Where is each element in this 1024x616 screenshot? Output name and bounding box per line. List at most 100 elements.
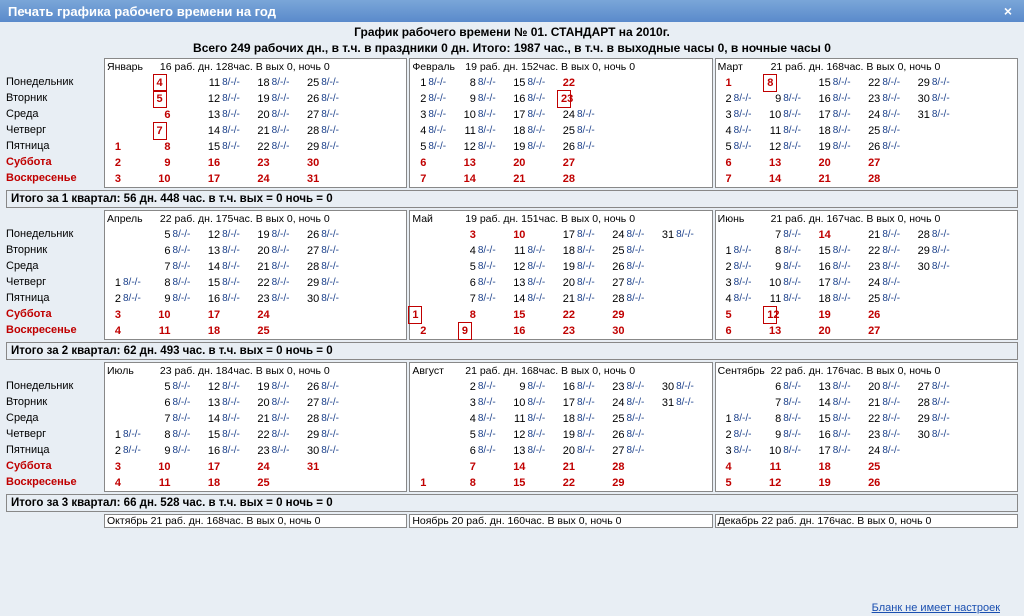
day-cell: 98/-/- — [462, 91, 512, 107]
day-cell: 8 — [157, 139, 207, 155]
day-cell — [660, 443, 710, 459]
day-cell — [916, 155, 966, 171]
month-grid: 58/-/-128/-/-198/-/-268/-/-68/-/-138/-/-… — [107, 379, 404, 491]
day-cell — [355, 243, 405, 259]
month-header: Январь 16 раб. дн. 128час. В вых 0, ночь… — [107, 59, 404, 75]
day-label: Четверг — [6, 122, 102, 138]
day-cell: 9 — [157, 155, 207, 171]
day-cell — [355, 291, 405, 307]
day-cell — [355, 459, 405, 475]
day-cell: 248/-/- — [866, 443, 916, 459]
day-cell: 128/-/- — [511, 427, 561, 443]
day-cell: 23 — [561, 323, 611, 339]
day-cell: 138/-/- — [511, 275, 561, 291]
day-cell — [611, 139, 661, 155]
day-cell — [412, 427, 462, 443]
day-cell: 58/-/- — [718, 139, 768, 155]
day-cell: 18/-/- — [718, 411, 768, 427]
day-cell: 228/-/- — [866, 75, 916, 91]
day-cell: 18/-/- — [412, 75, 462, 91]
day-cell — [916, 459, 966, 475]
day-cell — [355, 123, 405, 139]
day-cell: 298/-/- — [916, 75, 966, 91]
day-cell: 31 — [305, 459, 355, 475]
day-cell: 318/-/- — [916, 107, 966, 123]
day-cell: 27 — [866, 155, 916, 171]
day-cell — [305, 475, 355, 491]
day-cell: 23 — [256, 155, 306, 171]
day-cell: 158/-/- — [817, 75, 867, 91]
month-header: Июнь 21 раб. дн. 167час. В вых 0, ночь 0 — [718, 211, 1015, 227]
day-cell: 148/-/- — [206, 411, 256, 427]
day-cell: 108/-/- — [767, 107, 817, 123]
day-cell: 48/-/- — [462, 411, 512, 427]
day-cell: 7 — [718, 171, 768, 187]
day-cell: 88/-/- — [767, 411, 817, 427]
day-cell: 138/-/- — [206, 243, 256, 259]
day-cell: 18/-/- — [107, 427, 157, 443]
day-cell: 168/-/- — [561, 379, 611, 395]
day-label: Вторник — [6, 90, 102, 106]
day-label: Суббота — [6, 306, 102, 322]
month-grid: 68/-/-138/-/-208/-/-278/-/-78/-/-148/-/-… — [718, 379, 1015, 491]
day-cell — [718, 395, 768, 411]
day-cell: 5 — [157, 91, 207, 107]
day-cell — [107, 91, 157, 107]
day-cell: 268/-/- — [305, 379, 355, 395]
close-icon[interactable]: × — [1000, 3, 1016, 19]
day-cell: 118/-/- — [767, 123, 817, 139]
day-cell: 238/-/- — [866, 259, 916, 275]
day-label: Среда — [6, 410, 102, 426]
day-cell — [611, 155, 661, 171]
day-cell: 3 — [107, 459, 157, 475]
day-cell: 108/-/- — [767, 443, 817, 459]
day-cell: 9 — [462, 323, 512, 339]
day-cell: 168/-/- — [206, 291, 256, 307]
day-cell: 78/-/- — [462, 291, 512, 307]
day-labels: ПонедельникВторникСредаЧетвергПятницаСуб… — [6, 362, 102, 492]
day-cell: 218/-/- — [866, 395, 916, 411]
day-cell — [412, 459, 462, 475]
day-cell — [355, 275, 405, 291]
day-cell: 178/-/- — [817, 443, 867, 459]
day-cell — [965, 171, 1015, 187]
day-cell: 6 — [412, 155, 462, 171]
day-cell — [660, 171, 710, 187]
day-cell — [660, 123, 710, 139]
day-label: Вторник — [6, 242, 102, 258]
window-title: Печать графика рабочего времени на год — [8, 4, 276, 19]
day-cell — [965, 307, 1015, 323]
day-cell: 288/-/- — [305, 411, 355, 427]
day-cell: 118/-/- — [206, 75, 256, 91]
day-cell: 128/-/- — [511, 259, 561, 275]
day-label: Четверг — [6, 274, 102, 290]
day-cell — [965, 107, 1015, 123]
day-cell: 208/-/- — [256, 107, 306, 123]
day-cell: 188/-/- — [817, 291, 867, 307]
day-cell: 148/-/- — [511, 291, 561, 307]
day-cell: 20 — [511, 155, 561, 171]
day-cell: 11 — [157, 475, 207, 491]
day-cell — [660, 323, 710, 339]
month-grid: 58/-/-128/-/-198/-/-268/-/-68/-/-138/-/-… — [107, 227, 404, 339]
day-cell: 10 — [157, 459, 207, 475]
day-cell: 138/-/- — [511, 443, 561, 459]
day-cell: 108/-/- — [511, 395, 561, 411]
day-cell — [965, 443, 1015, 459]
footer-link[interactable]: Бланк не имеет настроек — [872, 602, 1000, 614]
day-cell: 28/-/- — [718, 91, 768, 107]
day-cell: 13 — [767, 155, 817, 171]
day-cell — [355, 411, 405, 427]
day-cell — [412, 243, 462, 259]
day-cell: 248/-/- — [611, 395, 661, 411]
day-cell: 21 — [511, 171, 561, 187]
day-label: Понедельник — [6, 74, 102, 90]
month-grid: 18/-/-88/-/-158/-/-2228/-/-98/-/-168/-/-… — [412, 75, 709, 187]
day-cell: 268/-/- — [611, 259, 661, 275]
day-cell: 258/-/- — [611, 411, 661, 427]
month-box: Сентябрь 22 раб. дн. 176час. В вых 0, но… — [715, 362, 1018, 492]
day-cell: 238/-/- — [256, 443, 306, 459]
day-cell: 158/-/- — [817, 243, 867, 259]
day-cell — [965, 379, 1015, 395]
month-grid: 4118/-/-188/-/-258/-/-5128/-/-198/-/-268… — [107, 75, 404, 187]
